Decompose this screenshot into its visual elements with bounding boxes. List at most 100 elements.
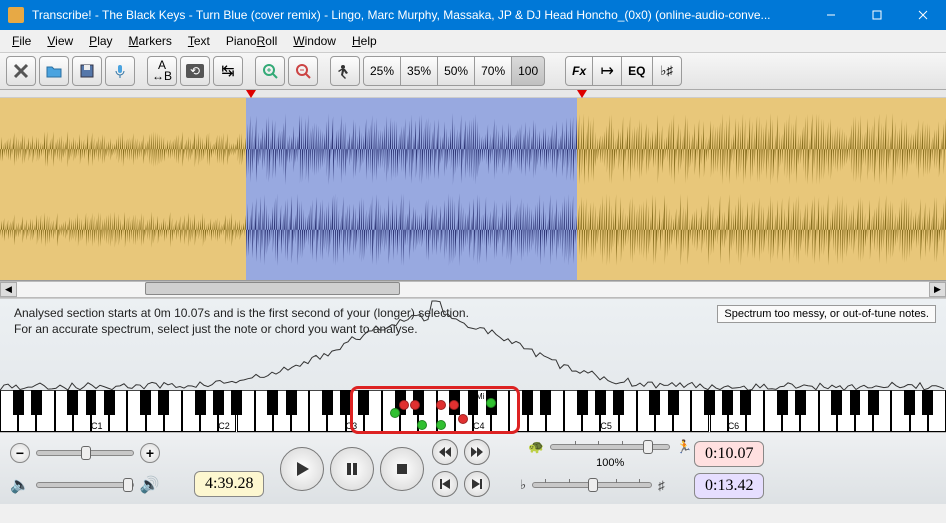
tuning-button[interactable]: ♭♯ (652, 56, 682, 86)
black-key[interactable] (704, 390, 715, 415)
black-key[interactable] (340, 390, 351, 415)
note-label-mi: Mi (476, 392, 484, 401)
speed-value-label: 100% (596, 457, 624, 469)
zoom-out-button[interactable] (288, 56, 318, 86)
black-key[interactable] (577, 390, 588, 415)
save-button[interactable] (72, 56, 102, 86)
piano-keyboard[interactable]: C1C2C3C4C5C6Mi (0, 390, 946, 432)
black-key[interactable] (358, 390, 369, 415)
stop-button[interactable] (380, 447, 424, 491)
menu-file[interactable]: File (4, 32, 39, 50)
black-key[interactable] (104, 390, 115, 415)
speed-70-button[interactable]: 70% (474, 56, 512, 86)
loop-button[interactable]: ⟲ (180, 56, 210, 86)
speed-35-button[interactable]: 35% (400, 56, 438, 86)
scroll-track[interactable] (17, 282, 929, 297)
snap-button[interactable]: ↹ (213, 56, 243, 86)
black-key[interactable] (13, 390, 24, 415)
menu-window[interactable]: Window (285, 32, 344, 50)
black-key[interactable] (850, 390, 861, 415)
prev-button[interactable] (432, 471, 458, 497)
black-key[interactable] (540, 390, 551, 415)
detected-note-dot (458, 414, 468, 424)
menu-view[interactable]: View (39, 32, 81, 50)
black-key[interactable] (195, 390, 206, 415)
black-key[interactable] (868, 390, 879, 415)
black-key[interactable] (904, 390, 915, 415)
black-key[interactable] (795, 390, 806, 415)
follow-playback-button[interactable] (330, 56, 360, 86)
record-button[interactable] (105, 56, 135, 86)
eq-button[interactable]: EQ (621, 56, 652, 86)
black-key[interactable] (522, 390, 533, 415)
mono-button[interactable]: ↦ (592, 56, 622, 86)
minimize-button[interactable] (808, 0, 854, 30)
pause-button[interactable] (330, 447, 374, 491)
black-key[interactable] (831, 390, 842, 415)
zoom-in-transport[interactable]: + (140, 443, 160, 463)
marker-strip[interactable] (0, 90, 946, 98)
total-time-display: 4:39.28 (194, 471, 264, 497)
black-key[interactable] (668, 390, 679, 415)
black-key[interactable] (140, 390, 151, 415)
open-button[interactable] (39, 56, 69, 86)
speed-25-button[interactable]: 25% (363, 56, 401, 86)
close-file-button[interactable] (6, 56, 36, 86)
next-button[interactable] (464, 471, 490, 497)
speed-100-button[interactable]: 100 (511, 56, 545, 86)
fast-forward-button[interactable] (464, 439, 490, 465)
menu-help[interactable]: Help (344, 32, 385, 50)
detected-note-dot (410, 400, 420, 410)
zoom-out-transport[interactable]: − (10, 443, 30, 463)
app-icon (8, 7, 24, 23)
detected-note-dot (399, 400, 409, 410)
scroll-left-button[interactable]: ◀ (0, 282, 17, 297)
play-button[interactable] (280, 447, 324, 491)
spectrum-panel: Analysed section starts at 0m 10.07s and… (0, 298, 946, 432)
speaker-mute-icon: 🔈 (10, 475, 30, 495)
rewind-button[interactable] (432, 439, 458, 465)
detected-note-dot (417, 420, 427, 430)
close-button[interactable] (900, 0, 946, 30)
pitch-slider[interactable] (532, 482, 652, 488)
marker-b[interactable] (577, 90, 587, 98)
fx-button[interactable]: Fx (565, 56, 593, 86)
black-key[interactable] (922, 390, 933, 415)
menu-pianoroll[interactable]: PianoRoll (218, 32, 285, 50)
black-key[interactable] (31, 390, 42, 415)
black-key[interactable] (777, 390, 788, 415)
black-key[interactable] (595, 390, 606, 415)
speed-50-button[interactable]: 50% (437, 56, 475, 86)
black-key[interactable] (231, 390, 242, 415)
maximize-button[interactable] (854, 0, 900, 30)
menubar: File View Play Markers Text PianoRoll Wi… (0, 30, 946, 52)
black-key[interactable] (67, 390, 78, 415)
transport-bar: − + 🔈 🔊 4:39.28 🐢 🏃 100% (0, 432, 946, 504)
zoom-slider[interactable] (36, 450, 134, 456)
menu-text[interactable]: Text (180, 32, 218, 50)
black-key[interactable] (722, 390, 733, 415)
black-key[interactable] (158, 390, 169, 415)
black-key[interactable] (613, 390, 624, 415)
black-key[interactable] (649, 390, 660, 415)
black-key[interactable] (740, 390, 751, 415)
menu-markers[interactable]: Markers (121, 32, 180, 50)
waveform-view[interactable] (0, 90, 946, 281)
sharp-icon: ♯ (658, 478, 665, 493)
black-key[interactable] (267, 390, 278, 415)
volume-slider[interactable] (36, 482, 134, 488)
flat-icon: ♭ (520, 477, 526, 493)
black-key[interactable] (322, 390, 333, 415)
menu-play[interactable]: Play (81, 32, 120, 50)
scroll-right-button[interactable]: ▶ (929, 282, 946, 297)
black-key[interactable] (213, 390, 224, 415)
detected-note-dot (436, 400, 446, 410)
zoom-in-button[interactable] (255, 56, 285, 86)
waveform-scrollbar[interactable]: ◀ ▶ (0, 281, 946, 298)
scroll-thumb[interactable] (145, 282, 400, 295)
black-key[interactable] (86, 390, 97, 415)
marker-a[interactable] (246, 90, 256, 98)
ab-loop-button[interactable]: A↔B (147, 56, 177, 86)
black-key[interactable] (286, 390, 297, 415)
speed-slider[interactable] (550, 444, 670, 450)
